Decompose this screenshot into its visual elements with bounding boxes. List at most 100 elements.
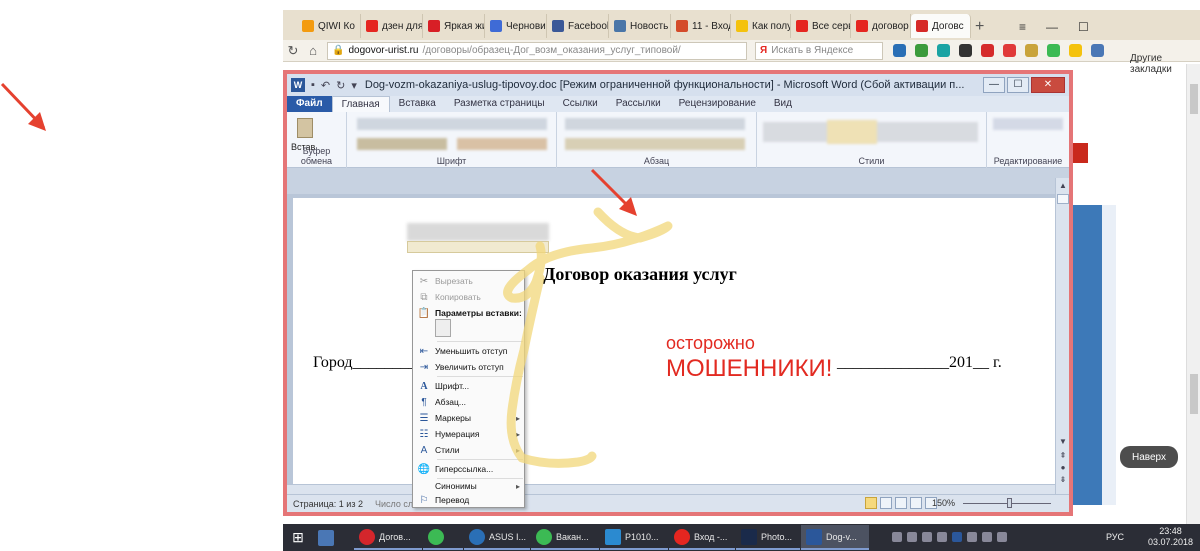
print-layout-icon[interactable] bbox=[865, 497, 877, 509]
volume-icon[interactable] bbox=[997, 532, 1007, 542]
menu-icon[interactable]: ≡ bbox=[1019, 20, 1026, 34]
browser-tab-yarkaya[interactable]: Яркая жи bbox=[423, 14, 485, 38]
tab-insert[interactable]: Вставка bbox=[390, 96, 445, 112]
clover-icon[interactable] bbox=[1047, 44, 1060, 57]
battery-icon[interactable] bbox=[982, 532, 992, 542]
menu-item-cut[interactable]: ✂ Вырезать bbox=[413, 273, 524, 289]
browser-tab-dzen[interactable]: дзен для bbox=[361, 14, 423, 38]
minimize-icon[interactable]: — bbox=[1046, 20, 1058, 34]
scroll-down-icon[interactable]: ▼ bbox=[1057, 436, 1069, 448]
tab-home[interactable]: Главная bbox=[331, 96, 390, 112]
extension-icon[interactable] bbox=[937, 44, 950, 57]
menu-item-bullets[interactable]: ☰ Маркеры ▸ bbox=[413, 410, 524, 426]
tray-icon[interactable] bbox=[952, 532, 962, 542]
document-title: Dog-vozm-okazaniya-uslug-tipovoy.doc [Ре… bbox=[364, 79, 965, 91]
zoom-slider-handle[interactable] bbox=[1007, 498, 1012, 508]
redo-icon[interactable]: ↻ bbox=[336, 79, 345, 92]
scroll-thumb[interactable] bbox=[1057, 194, 1069, 204]
menu-item-decrease-indent[interactable]: ⇤ Уменьшить отступ bbox=[413, 343, 524, 359]
extension-icon[interactable] bbox=[981, 44, 994, 57]
undo-icon[interactable]: ↶ bbox=[321, 79, 330, 92]
clock-date: 03.07.2018 bbox=[1148, 537, 1194, 547]
tray-icon[interactable] bbox=[907, 532, 917, 542]
amazon-icon[interactable] bbox=[959, 44, 972, 57]
system-clock[interactable]: 23:48 03.07.2018 bbox=[1148, 526, 1193, 548]
menu-item-translate[interactable]: ⚐ Перевод bbox=[413, 492, 524, 508]
tab-mailings[interactable]: Рассылки bbox=[607, 96, 670, 112]
url-field[interactable]: 🔒 dogovor-urist.ru/договоры/образец-Дог_… bbox=[327, 41, 747, 60]
zoom-level[interactable]: 150% bbox=[932, 498, 955, 508]
browser-tab-vse-servisy[interactable]: Все серв bbox=[791, 14, 851, 38]
menu-item-numbering[interactable]: ☷ Нумерация ▸ bbox=[413, 426, 524, 442]
extension-icon[interactable] bbox=[1091, 44, 1104, 57]
yandex-search-field[interactable]: Я Искать в Яндексе bbox=[755, 41, 883, 60]
browser-scrollbar[interactable] bbox=[1186, 64, 1200, 524]
browse-object-icon[interactable]: ● bbox=[1057, 462, 1069, 474]
tab-page-layout[interactable]: Разметка страницы bbox=[445, 96, 554, 112]
extension-icon[interactable] bbox=[1003, 44, 1016, 57]
web-layout-icon[interactable] bbox=[895, 497, 907, 509]
scroll-up-icon[interactable]: ▲ bbox=[1057, 180, 1069, 192]
network-icon[interactable] bbox=[967, 532, 977, 542]
taskbar-item-photoshop[interactable]: Photo... bbox=[736, 525, 800, 550]
scroll-to-top-button[interactable]: Наверх bbox=[1120, 446, 1178, 468]
mini-toolbar-row[interactable] bbox=[407, 241, 549, 253]
tab-references[interactable]: Ссылки bbox=[554, 96, 607, 112]
browser-tab-dogovor[interactable]: договор bbox=[851, 14, 911, 38]
menu-item-font[interactable]: A Шрифт... bbox=[413, 378, 524, 394]
previous-page-icon[interactable]: ⇞ bbox=[1057, 450, 1069, 462]
mail-icon[interactable] bbox=[1069, 44, 1082, 57]
browser-tab-novost[interactable]: Новость bbox=[609, 14, 671, 38]
menu-item-styles[interactable]: A Стили ▸ bbox=[413, 442, 524, 458]
maximize-icon[interactable]: ☐ bbox=[1078, 20, 1089, 34]
browser-tab-qiwi[interactable]: QIWI Ко bbox=[297, 14, 361, 38]
taskbar-item-chrome-vacancy[interactable]: Вакан... bbox=[531, 525, 599, 550]
paste-keep-text-icon[interactable] bbox=[435, 319, 451, 337]
menu-item-hyperlink[interactable]: 🌐 Гиперссылка... bbox=[413, 461, 524, 477]
windows-start-icon[interactable]: ⊞ bbox=[283, 524, 313, 551]
taskbar-item-opera[interactable]: Догов... bbox=[354, 525, 422, 550]
extension-icon[interactable] bbox=[915, 44, 928, 57]
outline-icon[interactable] bbox=[910, 497, 922, 509]
taskbar-item-winrar[interactable] bbox=[313, 525, 353, 550]
taskbar-item-chrome[interactable] bbox=[423, 525, 463, 550]
browser-tab-active[interactable]: Договс✕ bbox=[911, 14, 971, 38]
home-icon[interactable]: ⌂ bbox=[303, 43, 323, 58]
page-count[interactable]: Страница: 1 из 2 bbox=[293, 499, 363, 509]
next-page-icon[interactable]: ⇟ bbox=[1057, 474, 1069, 486]
horizontal-scrollbar[interactable] bbox=[287, 484, 1055, 494]
full-screen-icon[interactable] bbox=[880, 497, 892, 509]
browser-tab-facebook[interactable]: Facebook bbox=[547, 14, 609, 38]
close-button[interactable]: ✕ bbox=[1031, 77, 1065, 93]
maximize-button[interactable]: ☐ bbox=[1007, 77, 1029, 93]
taskbar-item-word[interactable]: Dog-v... bbox=[801, 525, 869, 550]
browser-tab-mail[interactable]: 11 - Вход bbox=[671, 14, 731, 38]
language-indicator[interactable]: РУС bbox=[1106, 532, 1124, 542]
vertical-scrollbar[interactable]: ▲ ▼ ⇞ ● ⇟ bbox=[1055, 178, 1069, 494]
paste-button[interactable]: Встав bbox=[291, 116, 317, 152]
menu-item-copy[interactable]: ⧉ Копировать bbox=[413, 289, 524, 305]
tray-icon[interactable] bbox=[892, 532, 902, 542]
tray-icon[interactable] bbox=[937, 532, 947, 542]
taskbar-item-yandex[interactable]: Вход -... bbox=[669, 525, 735, 550]
tray-icon[interactable] bbox=[922, 532, 932, 542]
tab-view[interactable]: Вид bbox=[765, 96, 801, 112]
save-icon[interactable]: ▪ bbox=[311, 79, 315, 92]
browser-tab-chernovik[interactable]: Черновик bbox=[485, 14, 547, 38]
new-tab-button[interactable]: + bbox=[975, 18, 984, 36]
scroll-thumb[interactable] bbox=[1190, 374, 1198, 414]
chevron-down-icon[interactable]: ▾ bbox=[351, 79, 357, 92]
minimize-button[interactable]: — bbox=[983, 77, 1005, 93]
menu-item-increase-indent[interactable]: ⇥ Увеличить отступ bbox=[413, 359, 524, 375]
tab-review[interactable]: Рецензирование bbox=[670, 96, 765, 112]
scroll-thumb[interactable] bbox=[1190, 84, 1198, 114]
tab-file[interactable]: Файл bbox=[287, 96, 332, 112]
cart-icon[interactable] bbox=[893, 44, 906, 57]
menu-item-paragraph[interactable]: ¶ Абзац... bbox=[413, 394, 524, 410]
taskbar-item-asus[interactable]: ASUS I... bbox=[464, 525, 530, 550]
chrome-icon bbox=[428, 528, 444, 545]
taskbar-item-photos[interactable]: P1010... bbox=[600, 525, 668, 550]
browser-tab-kak-poluchit[interactable]: Как полу bbox=[731, 14, 791, 38]
extension-icon[interactable] bbox=[1025, 44, 1038, 57]
reload-icon[interactable]: ↻ bbox=[283, 43, 303, 59]
